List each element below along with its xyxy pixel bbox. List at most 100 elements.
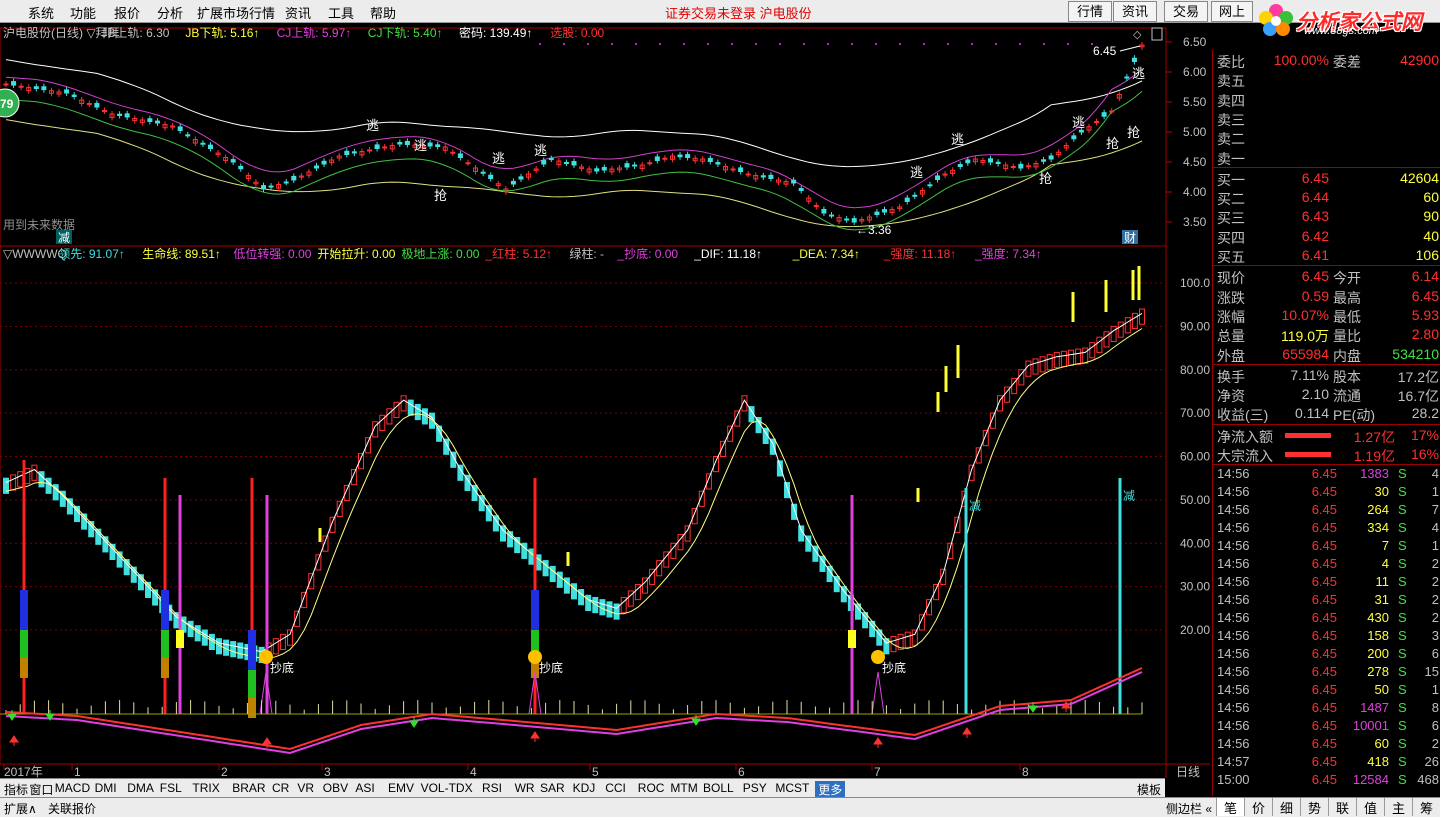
sub-bar [684,525,691,542]
top-tab-1[interactable]: 资讯 [1113,1,1157,22]
menu-3[interactable]: 分析 [157,3,183,22]
weibi-label: 委比 [1217,54,1245,70]
side-tab-6[interactable]: 主 [1384,798,1412,816]
x-tick-label: 2 [221,765,228,779]
sidebar-toggle[interactable]: 侧边栏 « [1166,800,1212,817]
tick-row: 14:56 6.45 11 S 2 [1217,574,1439,592]
stat-value: 655984 [1282,345,1329,362]
indicator-tab-roc[interactable]: ROC [638,781,665,795]
indicator-tab-brar[interactable]: BRAR [232,781,265,795]
indicator-tab-kdj[interactable]: KDJ [573,781,596,795]
grab-marker: 抢 [1127,125,1140,140]
signal-dot [899,43,901,45]
stat-label: 量比 [1333,328,1361,345]
status-left-1[interactable]: 关联报价 [48,800,96,817]
menu-4[interactable]: 扩展市场行情 [197,3,275,22]
side-tab-1[interactable]: 价 [1244,798,1272,816]
indicator-tab-boll[interactable]: BOLL [703,781,734,795]
indicator-tab-cci[interactable]: CCI [605,781,626,795]
bottom-right-btn-0[interactable]: 模板 [1137,781,1161,798]
tick-price: 6.45 [1311,718,1337,734]
tick-volume: 31 [1374,592,1389,608]
stat-value: 2.10 [1301,386,1329,403]
indicator-tab-rsi[interactable]: RSI [482,781,502,795]
menu-2[interactable]: 报价 [114,3,140,22]
status-left-0[interactable]: 扩展∧ [4,800,37,817]
candle [1124,76,1130,79]
buy-price: 6.44 [1301,189,1329,206]
side-tab-4[interactable]: 联 [1328,798,1356,816]
sub-bar [187,620,194,638]
indicator-tab-sar[interactable]: SAR [540,781,565,795]
indicator-tab-trix[interactable]: TRIX [192,781,219,795]
tick-count: 6 [1431,646,1439,662]
side-tab-2[interactable]: 细 [1272,798,1300,816]
indicator-tab-vol-tdx[interactable]: VOL-TDX [421,781,473,795]
login-notice: 证券交易未登录 沪电股份 [665,6,812,21]
weicha-label: 委差 [1333,54,1361,70]
candle [632,164,638,167]
menu-6[interactable]: 工具 [328,3,354,22]
sub-bar [1117,321,1124,338]
side-tab-7[interactable]: 筹 [1412,798,1440,816]
indicator-tab-更多[interactable]: 更多 [815,781,846,798]
buy-level-label: 买五 [1217,249,1245,265]
period-label[interactable]: 日线 [1176,765,1200,779]
side-tab-3[interactable]: 势 [1300,798,1328,816]
sub-bar [535,554,542,571]
indicator-tab-cr[interactable]: CR [272,781,289,795]
tick-row: 14:56 6.45 4 S 2 [1217,556,1439,574]
indicator-tab-dmi[interactable]: DMI [95,781,117,795]
sub-bar [10,474,17,491]
indicator-tab-mtm[interactable]: MTM [670,781,697,795]
stat-value: 7.11% [1290,366,1329,383]
candle [457,153,463,159]
grab-marker: 抢 [1039,171,1052,186]
side-tab-5[interactable]: 值 [1356,798,1384,816]
menu-5[interactable]: 资讯 [285,3,311,22]
indicator-tab-psy[interactable]: PSY [743,781,767,795]
candle [935,175,941,181]
indicator-tab-emv[interactable]: EMV [388,781,414,795]
stat-label: 涨跌 [1217,289,1245,306]
sub-bar [1103,331,1110,348]
sub-bar [1032,358,1039,375]
bottom-right-btn-2[interactable]: − [1198,781,1205,795]
bottom-right-btn-1[interactable]: + [1176,781,1183,795]
finance-tag-text: 财 [1124,231,1136,245]
stat-label: 最低 [1333,308,1361,325]
indicator-tab-窗口[interactable]: 窗口 [29,781,53,798]
indicator-tab-fsl[interactable]: FSL [160,781,182,795]
side-tab-0[interactable]: 笔 [1216,798,1244,816]
indicator-tab-asi[interactable]: ASI [355,781,374,795]
indicator-tab-obv[interactable]: OBV [323,781,348,795]
diamond-icon[interactable]: ◇ [1133,29,1142,41]
logo-url[interactable]: www.88gs.com [1304,25,1378,37]
indicator-tab-dma[interactable]: DMA [127,781,154,795]
candle [594,168,600,172]
menu-0[interactable]: 系统 [28,3,54,22]
top-tab-2[interactable]: 交易 [1164,1,1208,22]
menu-1[interactable]: 功能 [70,3,96,22]
menu-7[interactable]: 帮助 [370,3,396,22]
legend-item: _抄底: 0.00 [616,246,678,261]
buy-arrow-icon [9,735,19,746]
sub-bar [315,554,322,571]
tick-count: 2 [1431,556,1439,572]
indicator-tab-mcst[interactable]: MCST [775,781,809,795]
sub-bar [1053,351,1060,369]
kline-chart-area[interactable]: 6.50 6.00 5.50 5.00 4.50 4.00 3.50 100.0 90.00 80… [0,22,1210,794]
sub-bar [606,601,613,618]
tick-time: 14:56 [1217,610,1250,626]
top-tab-3[interactable]: 网上 [1211,1,1253,22]
indicator-tab-macd[interactable]: MACD [55,781,90,795]
top-tab-0[interactable]: 行情 [1068,1,1112,22]
restore-icon[interactable] [1151,27,1163,41]
main-y-tick: 5.50 [1183,95,1207,109]
indicator-tab-指标[interactable]: 指标 [4,781,28,798]
tick-time: 14:56 [1217,592,1250,608]
indicator-tab-wr[interactable]: WR [515,781,535,795]
sub-bar [784,482,790,499]
indicator-tab-vr[interactable]: VR [297,781,314,795]
candle [541,160,547,165]
